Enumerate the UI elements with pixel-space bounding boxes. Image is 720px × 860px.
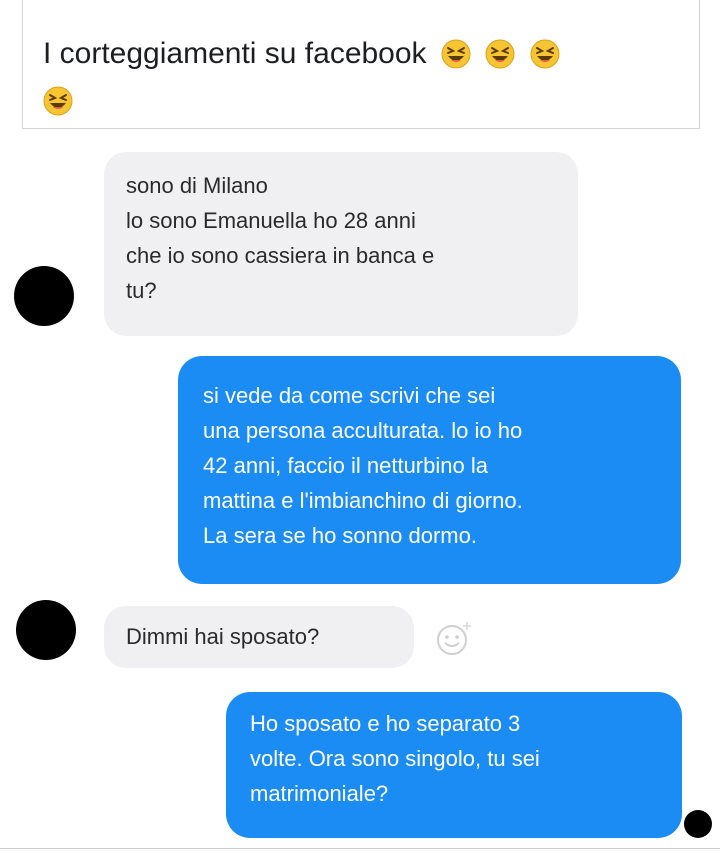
post-title: I corteggiamenti su facebook xyxy=(43,30,683,123)
message-line: matrimoniale? xyxy=(250,781,389,806)
incoming-message-bubble[interactable]: sono di Milano lo sono Emanuella ho 28 a… xyxy=(104,152,578,336)
sender-avatar xyxy=(14,266,74,326)
chat-screenshot: sono di Milano lo sono Emanuella ho 28 a… xyxy=(0,138,720,848)
message-line: sono di Milano xyxy=(126,173,268,198)
seen-receipt-avatar xyxy=(684,810,712,838)
message-line: lo sono Emanuella ho 28 anni xyxy=(126,208,416,233)
message-line: volte. Ora sono singolo, tu sei xyxy=(250,746,540,771)
laughing-emoji-icon xyxy=(485,39,515,69)
message-line: che io sono cassiera in banca e xyxy=(126,243,435,268)
incoming-message-bubble[interactable]: Dimmi hai sposato? xyxy=(104,606,414,668)
message-line: si vede da come scrivi che sei xyxy=(203,383,496,408)
message-line: mattina e l'imbianchino di giorno. xyxy=(203,488,523,513)
post-footer-divider xyxy=(0,848,720,860)
message-line: 42 anni, faccio il netturbino la xyxy=(203,453,488,478)
laughing-emoji-icon xyxy=(530,39,560,69)
sender-avatar xyxy=(16,600,76,660)
post-header: I corteggiamenti su facebook xyxy=(22,0,700,129)
laughing-emoji-icon xyxy=(43,86,73,116)
message-line: Dimmi hai sposato? xyxy=(126,624,320,649)
message-line: tu? xyxy=(126,278,157,303)
laughing-emoji-icon xyxy=(441,39,471,69)
post-title-text: I corteggiamenti su facebook xyxy=(43,37,427,71)
outgoing-message-bubble[interactable]: si vede da come scrivi che sei una perso… xyxy=(178,356,681,584)
add-reaction-icon[interactable] xyxy=(434,618,474,658)
message-line: Ho sposato e ho separato 3 xyxy=(250,711,521,736)
message-line: una persona acculturata. lo io ho xyxy=(203,418,523,443)
message-line: La sera se ho sonno dormo. xyxy=(203,523,477,548)
outgoing-message-bubble[interactable]: Ho sposato e ho separato 3 volte. Ora so… xyxy=(226,692,682,838)
